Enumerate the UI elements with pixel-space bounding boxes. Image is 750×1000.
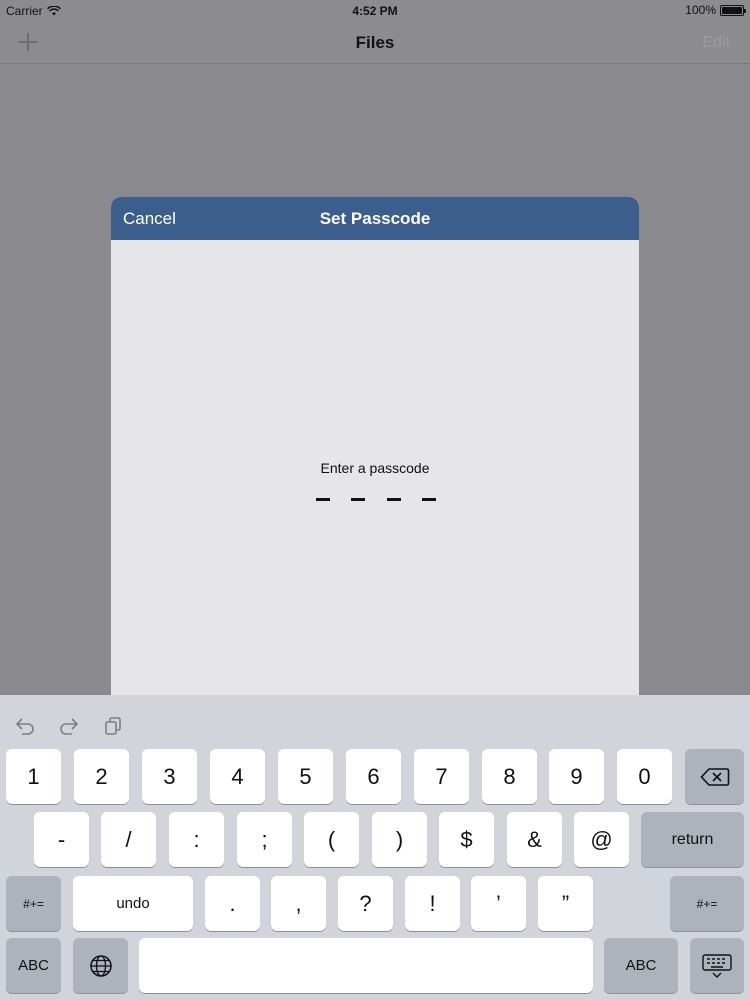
page-title: Files xyxy=(355,33,395,52)
modal-title: Set Passcode xyxy=(319,209,431,228)
undo-icon[interactable] xyxy=(14,717,36,735)
symbols-toggle-left[interactable]: #+= xyxy=(6,876,61,931)
modal-header: Cancel Set Passcode xyxy=(111,197,639,240)
key-apostrophe[interactable]: ’ xyxy=(471,876,526,931)
key-2[interactable]: 2 xyxy=(74,749,129,804)
passcode-entry-field[interactable] xyxy=(316,498,436,502)
cancel-button[interactable]: Cancel xyxy=(123,209,176,229)
return-key[interactable]: return xyxy=(641,812,744,867)
redo-icon[interactable] xyxy=(58,717,80,735)
key-period[interactable]: . xyxy=(205,876,260,931)
key-9[interactable]: 9 xyxy=(549,749,604,804)
navigation-bar: Files Edit xyxy=(0,22,750,64)
key-ampersand[interactable]: & xyxy=(507,812,562,867)
plus-icon[interactable] xyxy=(16,30,40,54)
key-close-paren[interactable]: ) xyxy=(372,812,427,867)
key-at[interactable]: @ xyxy=(574,812,629,867)
passcode-slot-3 xyxy=(386,498,401,501)
paste-icon[interactable] xyxy=(103,717,125,735)
edit-button[interactable]: Edit xyxy=(702,34,730,52)
status-bar: Carrier 4:52 PM 100% xyxy=(0,0,750,22)
key-colon[interactable]: : xyxy=(169,812,224,867)
keyboard-dismiss-icon xyxy=(702,953,732,978)
battery-icon xyxy=(720,4,746,16)
keyboard-dismiss-key[interactable] xyxy=(690,938,744,993)
key-quote[interactable]: ” xyxy=(538,876,593,931)
keyboard: 1 2 3 4 5 6 7 8 9 0 - / : ; ( ) $ & @ re… xyxy=(0,695,750,1000)
delete-key[interactable] xyxy=(685,749,744,804)
key-6[interactable]: 6 xyxy=(346,749,401,804)
abc-key-left[interactable]: ABC xyxy=(6,938,61,993)
clock: 4:52 PM xyxy=(352,4,398,18)
battery-status: 100% xyxy=(685,3,746,17)
set-passcode-modal: Cancel Set Passcode Enter a passcode xyxy=(111,197,639,695)
carrier-info: Carrier xyxy=(6,4,61,18)
key-slash[interactable]: / xyxy=(101,812,156,867)
passcode-slot-2 xyxy=(351,498,366,501)
space-bar[interactable] xyxy=(139,938,593,993)
passcode-slot-4 xyxy=(421,498,436,501)
symbols-toggle-right[interactable]: #+= xyxy=(670,876,744,931)
key-comma[interactable]: , xyxy=(271,876,326,931)
key-8[interactable]: 8 xyxy=(482,749,537,804)
battery-percent: 100% xyxy=(685,3,716,17)
globe-key[interactable] xyxy=(73,938,128,993)
key-open-paren[interactable]: ( xyxy=(304,812,359,867)
globe-icon xyxy=(89,954,112,977)
key-0[interactable]: 0 xyxy=(617,749,672,804)
undo-key[interactable]: undo xyxy=(73,876,193,931)
abc-key-right[interactable]: ABC xyxy=(604,938,678,993)
passcode-slot-1 xyxy=(316,498,330,501)
backspace-icon xyxy=(699,767,729,786)
carrier-label: Carrier xyxy=(6,4,43,18)
key-3[interactable]: 3 xyxy=(142,749,197,804)
key-1[interactable]: 1 xyxy=(6,749,61,804)
key-exclamation[interactable]: ! xyxy=(405,876,460,931)
key-5[interactable]: 5 xyxy=(278,749,333,804)
key-question[interactable]: ? xyxy=(338,876,393,931)
key-4[interactable]: 4 xyxy=(210,749,265,804)
passcode-prompt: Enter a passcode xyxy=(320,460,430,476)
key-dollar[interactable]: $ xyxy=(439,812,494,867)
key-hyphen[interactable]: - xyxy=(34,812,89,867)
key-7[interactable]: 7 xyxy=(414,749,469,804)
key-semicolon[interactable]: ; xyxy=(237,812,292,867)
wifi-icon xyxy=(46,6,61,16)
